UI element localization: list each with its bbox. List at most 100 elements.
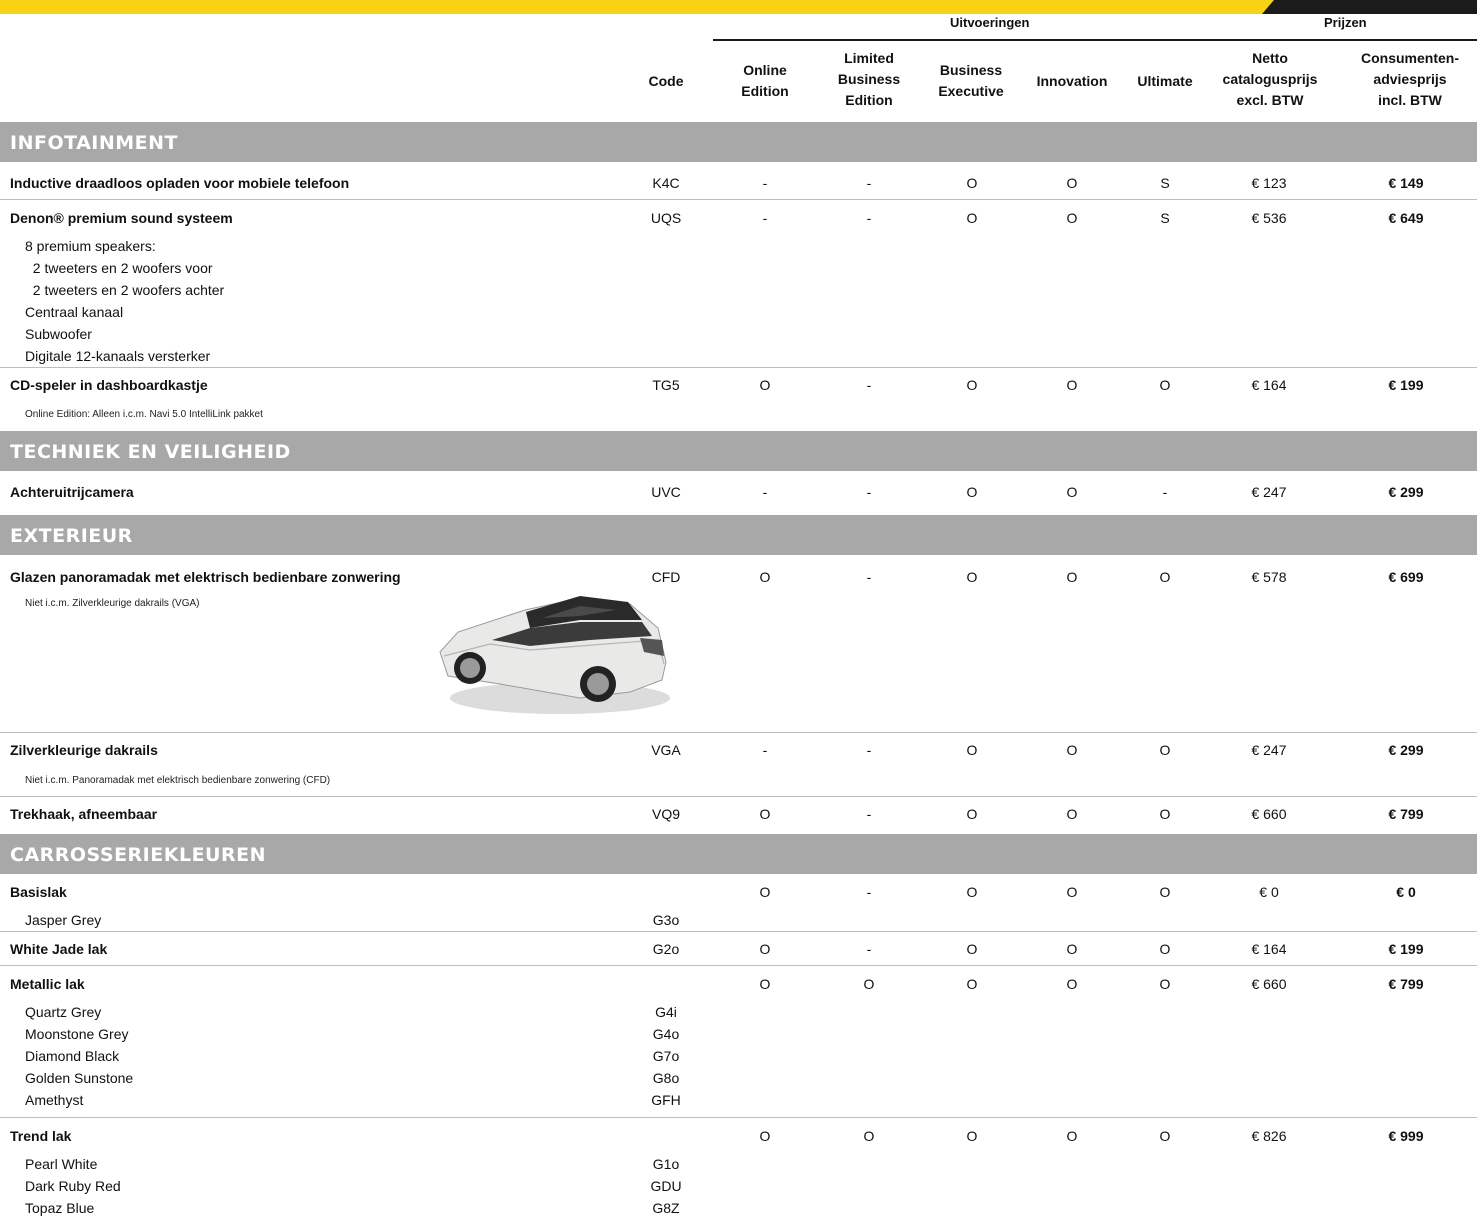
cell-netto: € 164 bbox=[1251, 941, 1287, 957]
cell-limited: - bbox=[866, 377, 872, 393]
row-code: TG5 bbox=[652, 377, 680, 393]
cell-innovation: O bbox=[1066, 976, 1078, 992]
row-divider bbox=[0, 367, 1477, 368]
row-sublist: Pearl White Dark Ruby Red Topaz Blue bbox=[25, 1156, 121, 1216]
section-title: EXTERIEUR bbox=[10, 525, 133, 547]
cell-business: O bbox=[966, 976, 978, 992]
col-header-netto: Netto cataloguspr­ijs excl. BTW bbox=[1222, 50, 1318, 108]
row-note: Online Edition: Alleen i.c.m. Navi 5.0 I… bbox=[25, 409, 263, 420]
cell-online: - bbox=[762, 742, 768, 758]
cell-business: O bbox=[966, 941, 978, 957]
cell-netto: € 660 bbox=[1251, 976, 1287, 992]
group-rule-prices bbox=[1218, 39, 1477, 41]
cell-ultimate: O bbox=[1159, 742, 1171, 758]
row-label: Basislak bbox=[10, 884, 67, 900]
row-divider bbox=[0, 796, 1477, 797]
row-label: Metallic lak bbox=[10, 976, 85, 992]
row-label: White Jade lak bbox=[10, 941, 108, 957]
cell-online: O bbox=[759, 1128, 771, 1144]
col-header-online: Online Edition bbox=[741, 62, 789, 99]
cell-online: - bbox=[762, 210, 768, 226]
cell-ultimate: O bbox=[1159, 1128, 1171, 1144]
cell-ultimate: - bbox=[1162, 484, 1168, 500]
cell-limited: - bbox=[866, 175, 872, 191]
row-divider bbox=[0, 965, 1477, 966]
cell-consumer: € 649 bbox=[1388, 210, 1424, 226]
row-subcodes: G3o bbox=[652, 912, 680, 928]
cell-consumer: € 149 bbox=[1388, 175, 1424, 191]
cell-consumer: € 699 bbox=[1388, 569, 1424, 585]
cell-limited: - bbox=[866, 884, 872, 900]
section-band-infotainment: INFOTAINMENT bbox=[0, 122, 1477, 162]
cell-online: - bbox=[762, 175, 768, 191]
cell-innovation: O bbox=[1066, 377, 1078, 393]
cell-innovation: O bbox=[1066, 484, 1078, 500]
car-image bbox=[439, 596, 670, 714]
cell-ultimate: O bbox=[1159, 884, 1171, 900]
row-label: Achteruitrijcamera bbox=[10, 484, 134, 500]
cell-online: O bbox=[759, 976, 771, 992]
cell-consumer: € 0 bbox=[1396, 884, 1416, 900]
cell-business: O bbox=[966, 742, 978, 758]
section-title: TECHNIEK EN VEILIGHEID bbox=[10, 441, 291, 463]
row-subcodes: G4i G4o G7o G8o GFH bbox=[651, 1004, 681, 1108]
section-title: INFOTAINMENT bbox=[10, 132, 179, 154]
row-label: Trend lak bbox=[10, 1128, 72, 1144]
cell-business: O bbox=[966, 484, 978, 500]
row-code: UQS bbox=[650, 210, 682, 226]
cell-online: O bbox=[759, 806, 771, 822]
row-label: Zilverkleurige dakrails bbox=[10, 742, 158, 758]
cell-innovation: O bbox=[1066, 175, 1078, 191]
cell-limited: - bbox=[866, 210, 872, 226]
section-band-carrosserie: CARROSSERIEKLEUREN bbox=[0, 834, 1477, 874]
cell-business: O bbox=[966, 569, 978, 585]
cell-online: O bbox=[759, 941, 771, 957]
row-sublist: Jasper Grey bbox=[25, 912, 102, 928]
col-header-business: Business Executive bbox=[938, 62, 1004, 99]
cell-limited: - bbox=[866, 941, 872, 957]
col-header-innovation: Innovation bbox=[1036, 73, 1108, 89]
cell-online: - bbox=[762, 484, 768, 500]
cell-netto: € 826 bbox=[1251, 1128, 1287, 1144]
section-band-exterieur: EXTERIEUR bbox=[0, 515, 1477, 555]
row-note: Niet i.c.m. Zilverkleurige dakrails (VGA… bbox=[25, 598, 200, 609]
row-divider bbox=[0, 931, 1477, 932]
cell-netto: € 0 bbox=[1259, 884, 1279, 900]
cell-business: O bbox=[966, 377, 978, 393]
row-label: Trekhaak, afneembaar bbox=[10, 806, 158, 822]
group-header-prices: Prijzen bbox=[1324, 15, 1367, 30]
cell-innovation: O bbox=[1066, 884, 1078, 900]
cell-ultimate: O bbox=[1159, 569, 1171, 585]
section-title: CARROSSERIEKLEUREN bbox=[10, 844, 266, 866]
row-code: VGA bbox=[651, 742, 681, 758]
cell-limited: O bbox=[863, 976, 875, 992]
top-dark-corner bbox=[1262, 0, 1477, 14]
cell-netto: € 660 bbox=[1251, 806, 1287, 822]
cell-online: O bbox=[759, 884, 771, 900]
row-sublist: 8 premium speakers: 2 tweeters en 2 woof… bbox=[25, 238, 225, 364]
row-label: CD-speler in dashboardkastje bbox=[10, 377, 208, 393]
cell-limited: - bbox=[866, 569, 872, 585]
cell-business: O bbox=[966, 175, 978, 191]
col-header-code: Code bbox=[648, 73, 684, 89]
row-sublist: Quartz Grey Moonstone Grey Diamond Black… bbox=[25, 1004, 134, 1108]
cell-innovation: O bbox=[1066, 210, 1078, 226]
cell-ultimate: O bbox=[1159, 806, 1171, 822]
cell-online: O bbox=[759, 377, 771, 393]
row-divider bbox=[0, 1117, 1477, 1118]
cell-netto: € 578 bbox=[1251, 569, 1287, 585]
cell-consumer: € 999 bbox=[1388, 1128, 1424, 1144]
cell-consumer: € 199 bbox=[1388, 941, 1424, 957]
cell-consumer: € 799 bbox=[1388, 806, 1424, 822]
cell-consumer: € 199 bbox=[1388, 377, 1424, 393]
cell-ultimate: O bbox=[1159, 377, 1171, 393]
cell-innovation: O bbox=[1066, 742, 1078, 758]
cell-limited: O bbox=[863, 1128, 875, 1144]
col-header-consumer: Consumenten- adviesprijs incl. BTW bbox=[1361, 50, 1459, 108]
col-header-limited: Limited Business Edition bbox=[837, 50, 901, 108]
cell-innovation: O bbox=[1066, 806, 1078, 822]
cell-limited: - bbox=[866, 806, 872, 822]
cell-business: O bbox=[966, 210, 978, 226]
cell-business: O bbox=[966, 806, 978, 822]
top-accent-bar bbox=[0, 0, 1477, 14]
